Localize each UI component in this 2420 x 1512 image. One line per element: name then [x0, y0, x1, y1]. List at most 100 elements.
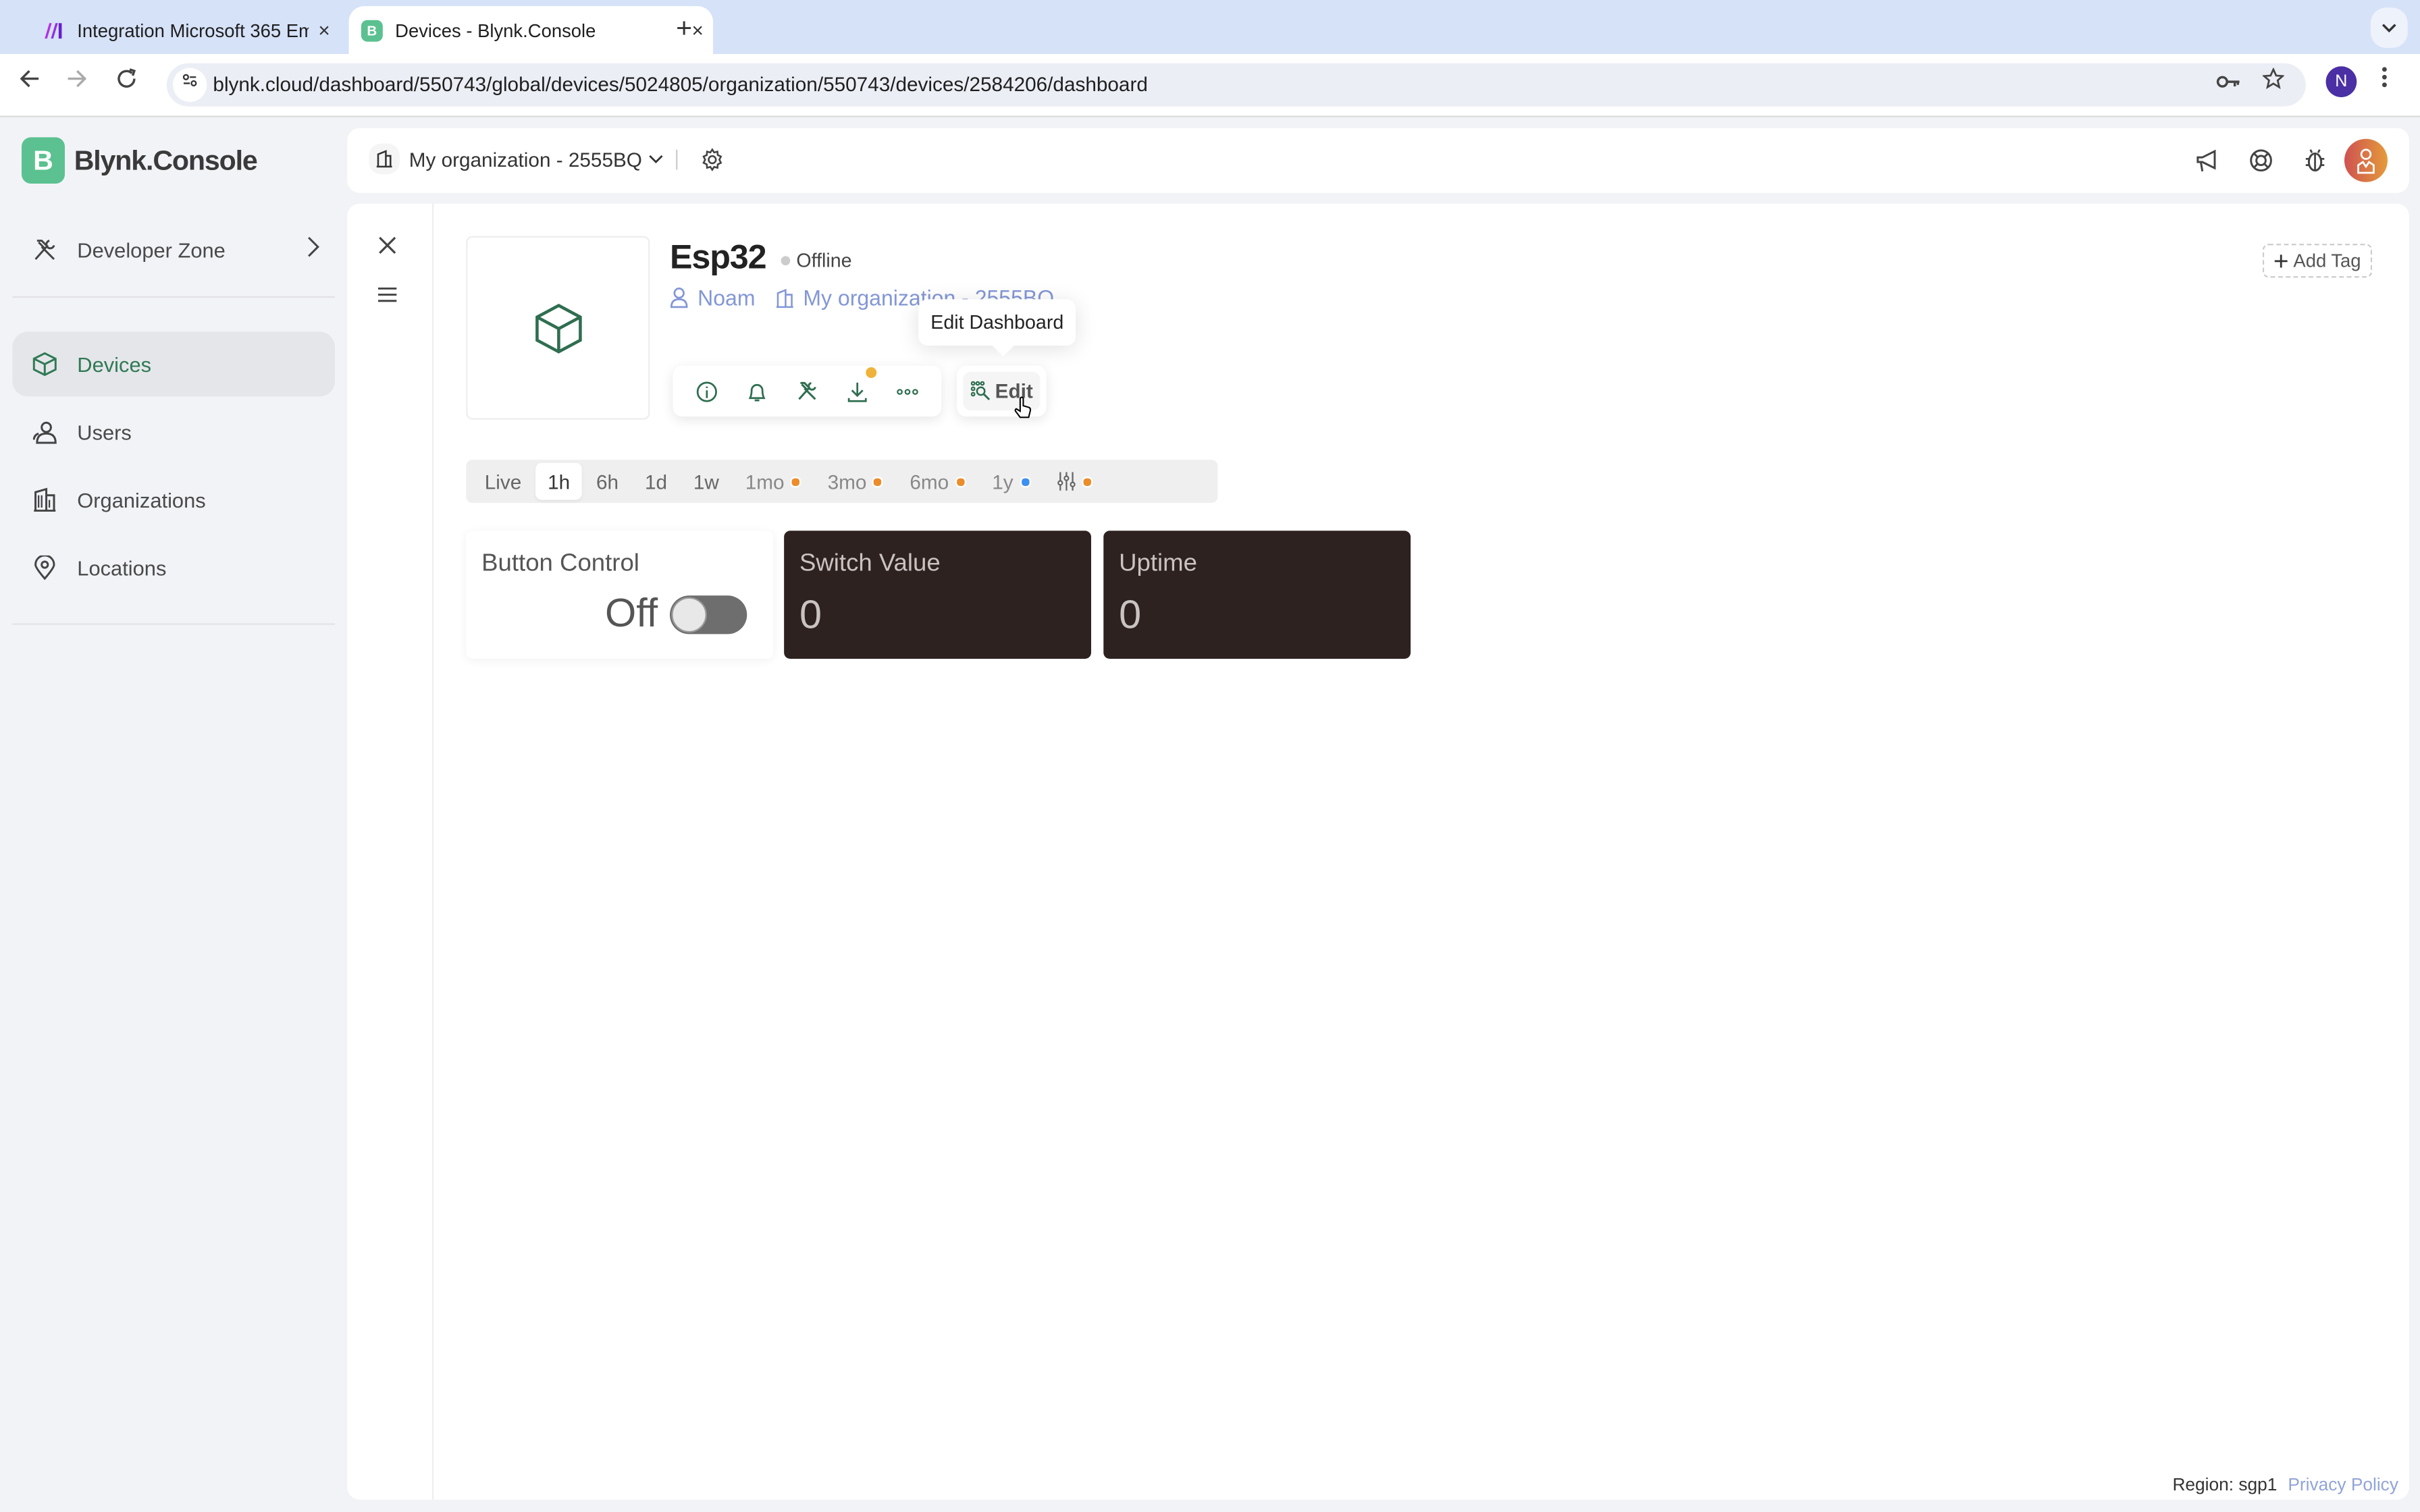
privacy-policy-link[interactable]: Privacy Policy [2288, 1476, 2398, 1494]
hand-cursor-icon [1014, 396, 1032, 427]
sidebar-item-label: Organizations [77, 488, 206, 512]
time-range-1mo[interactable]: 1mo [733, 463, 814, 500]
sidebar-item-label: Locations [77, 556, 167, 580]
top-header: My organization - 2555BQ [347, 128, 2409, 193]
chevron-right-icon [307, 236, 319, 263]
add-tag-button[interactable]: + Add Tag [2262, 244, 2372, 278]
status-dot [781, 256, 791, 266]
download-button[interactable] [840, 366, 878, 402]
app-logo[interactable]: B Blynk.Console [21, 137, 258, 184]
user-icon [670, 288, 688, 308]
time-range-label: 1w [693, 469, 719, 493]
site-info-icon[interactable] [172, 68, 207, 102]
widget-button-control: Button Control Off [466, 531, 774, 659]
browser-tab-bar: Integration Microsoft 365 Em × B Devices… [0, 0, 2420, 54]
more-options-button[interactable] [890, 388, 924, 394]
time-range-label: 6mo [910, 469, 949, 493]
time-range-selector: Live 1h 6h 1d 1w 1mo 3mo 6mo 1y [466, 460, 1218, 504]
panel-rail [347, 203, 434, 1500]
custom-range-button[interactable] [1044, 463, 1104, 500]
tab-search-button[interactable] [2370, 7, 2408, 48]
premium-dot-icon [790, 476, 801, 487]
organization-settings-button[interactable] [701, 148, 724, 179]
panel-menu-button[interactable] [377, 282, 397, 310]
sidebar-item-devices[interactable]: Devices [12, 331, 335, 397]
forward-button[interactable] [66, 68, 88, 97]
browser-tab-devices[interactable]: B Devices - Blynk.Console × [348, 6, 713, 54]
location-pin-icon [32, 555, 57, 580]
sidebar-item-developer-zone[interactable]: Developer Zone [12, 217, 335, 282]
hamburger-menu-icon [377, 287, 397, 302]
device-image[interactable] [466, 236, 650, 420]
premium-dot-icon [872, 476, 884, 487]
time-range-label: 1d [644, 469, 668, 493]
building-icon [369, 143, 400, 175]
back-button[interactable] [18, 68, 40, 97]
time-range-3mo[interactable]: 3mo [815, 463, 896, 500]
blynk-logo-icon: B [21, 137, 65, 184]
browser-profile-avatar[interactable]: N [2325, 66, 2357, 97]
sidebar-item-organizations[interactable]: Organizations [12, 468, 335, 533]
button-control-toggle[interactable] [669, 595, 747, 634]
address-bar[interactable]: blynk.cloud/dashboard/550743/global/devi… [166, 63, 2306, 107]
user-avatar[interactable] [2344, 138, 2388, 182]
new-tab-button[interactable]: + [676, 12, 692, 45]
sidebar-item-label: Developer Zone [77, 238, 226, 262]
sliders-icon [1057, 472, 1075, 491]
premium-dot-icon [1019, 476, 1030, 487]
time-range-label: 3mo [827, 469, 867, 493]
add-tag-label: Add Tag [2293, 250, 2361, 272]
time-range-label: Live [484, 469, 522, 493]
sidebar-divider [12, 623, 335, 625]
blynk-favicon-icon: B [361, 19, 383, 41]
tab-close-icon[interactable]: × [309, 18, 340, 41]
time-range-label: 1mo [745, 469, 785, 493]
make-logo-icon [43, 20, 65, 41]
time-range-label: 1h [548, 469, 571, 493]
sidebar-item-label: Users [77, 420, 132, 444]
toggle-knob[interactable] [671, 597, 707, 633]
kebab-menu-icon [2382, 67, 2387, 88]
premium-dot-icon [955, 476, 966, 487]
announcements-button[interactable] [2179, 148, 2233, 173]
users-icon [32, 420, 57, 445]
widget-title: Button Control [481, 550, 639, 577]
sidebar-item-locations[interactable]: Locations [12, 535, 335, 600]
time-range-1d[interactable]: 1d [633, 463, 680, 500]
tab-title: Integration Microsoft 365 Em [77, 19, 309, 41]
bug-icon [2305, 149, 2324, 172]
help-button[interactable] [2233, 148, 2287, 173]
organization-selector[interactable]: My organization - 2555BQ [369, 143, 664, 175]
time-range-Live[interactable]: Live [472, 463, 533, 500]
url-text[interactable]: blynk.cloud/dashboard/550743/global/devi… [213, 72, 1147, 95]
device-owner-link[interactable]: Noam [670, 286, 756, 310]
time-range-label: 6h [596, 469, 619, 493]
developer-tools-button[interactable] [790, 381, 824, 402]
time-range-1h[interactable]: 1h [535, 462, 583, 500]
device-info-button[interactable] [690, 380, 724, 402]
edit-dashboard-tooltip: Edit Dashboard [918, 299, 1076, 346]
reload-button[interactable] [115, 68, 137, 97]
notifications-button[interactable] [740, 380, 774, 402]
report-bug-button[interactable] [2287, 148, 2341, 173]
arrow-right-icon [68, 70, 87, 88]
header-divider [676, 149, 678, 170]
time-range-6mo[interactable]: 6mo [897, 463, 978, 500]
edit-dashboard-button[interactable]: Edit [957, 365, 1047, 417]
sidebar-item-users[interactable]: Users [12, 400, 335, 464]
browser-tab-integration[interactable]: Integration Microsoft 365 Em × [31, 6, 340, 54]
time-range-1y[interactable]: 1y [980, 463, 1043, 500]
close-panel-button[interactable] [378, 234, 396, 262]
tools-icon [798, 381, 816, 400]
time-range-6h[interactable]: 6h [584, 463, 631, 500]
gear-icon [702, 148, 722, 171]
sidebar-item-label: Devices [77, 352, 152, 376]
time-range-1w[interactable]: 1w [681, 463, 732, 500]
plus-icon: + [2273, 246, 2289, 275]
bookmark-star-icon[interactable] [2261, 67, 2285, 96]
device-owner: Noam [698, 285, 756, 310]
password-key-icon[interactable] [2216, 70, 2241, 94]
browser-menu-button[interactable] [2382, 66, 2388, 95]
widget-title: Switch Value [799, 550, 941, 577]
widget-switch-value: Switch Value 0 [784, 531, 1091, 659]
